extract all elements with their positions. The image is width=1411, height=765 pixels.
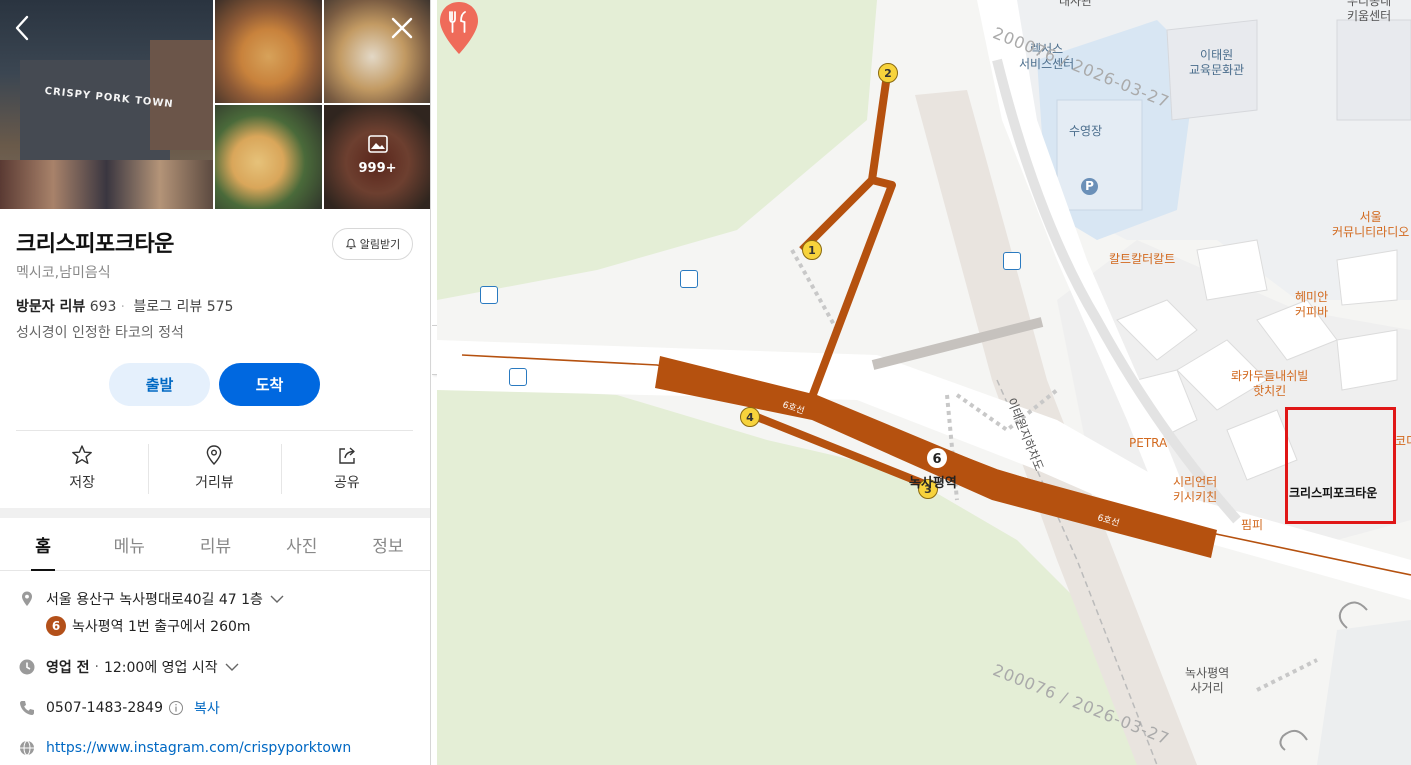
- share-label: 공유: [333, 475, 360, 491]
- exit-1-marker[interactable]: 1: [802, 240, 822, 260]
- place-panel: CRISPY PORK TOWN 999+ 크리스피포크타운 알림받기 멕시코,…: [0, 0, 431, 765]
- close-icon[interactable]: [388, 14, 416, 42]
- copy-button[interactable]: 복사: [194, 698, 220, 718]
- photo-count: 999+: [358, 161, 397, 176]
- poi-label[interactable]: 우리동네 키움센터: [1347, 0, 1391, 24]
- station-line-number: 6: [932, 452, 941, 467]
- streetview-button[interactable]: 거리뷰: [148, 438, 280, 498]
- phone-icon: [20, 701, 34, 715]
- tab-review[interactable]: 리뷰: [172, 518, 258, 570]
- share-button[interactable]: 공유: [280, 438, 413, 498]
- visitor-review-count: 693: [89, 299, 117, 315]
- selected-place-highlight: [1285, 407, 1396, 524]
- line6-badge: 6: [46, 616, 66, 636]
- visitor-review-label[interactable]: 방문자 리뷰: [16, 299, 85, 315]
- poi-label[interactable]: 롸카두들내쉬빌 핫치킨: [1231, 369, 1308, 399]
- address-text: 서울 용산구 녹사평대로40길 47 1층: [46, 592, 263, 608]
- poi-label[interactable]: 서울 커뮤니티라디오: [1332, 210, 1409, 240]
- place-title: 크리스피포크타운: [16, 232, 174, 257]
- hours-row[interactable]: 영업 전 · 12:00에 영업 시작: [18, 657, 240, 677]
- pin-label[interactable]: 크리스피포크타운: [1289, 484, 1377, 501]
- clock-icon: [19, 659, 35, 675]
- photo-gallery[interactable]: CRISPY PORK TOWN 999+: [0, 0, 430, 209]
- bus-stop-icon[interactable]: [509, 368, 527, 386]
- tab-bar: 홈 메뉴 리뷰 사진 정보: [0, 518, 430, 571]
- more-photos-tile[interactable]: 999+: [324, 105, 430, 209]
- alarm-button[interactable]: 알림받기: [332, 228, 413, 260]
- station-name[interactable]: 녹사평역: [909, 472, 957, 491]
- bell-icon: [345, 238, 356, 250]
- restaurant-pin-icon[interactable]: [437, 0, 481, 56]
- exit-4-marker[interactable]: 4: [740, 407, 760, 427]
- tab-home[interactable]: 홈: [0, 518, 86, 571]
- poi-label: 대사관: [1059, 0, 1093, 8]
- hours-status: 영업 전: [46, 660, 90, 676]
- chevron-down-icon[interactable]: [269, 593, 285, 605]
- address-row[interactable]: 서울 용산구 녹사평대로40길 47 1층: [18, 589, 285, 609]
- place-description: 성시경이 인정한 타코의 정석: [16, 325, 184, 341]
- bus-stop-icon[interactable]: [480, 286, 498, 304]
- arrive-button[interactable]: 도착: [219, 363, 320, 406]
- poi-label[interactable]: 시리언터 키시키친: [1173, 475, 1217, 505]
- alarm-label: 알림받기: [359, 238, 401, 251]
- poi-label[interactable]: 칼트칼터칼트: [1109, 252, 1175, 267]
- star-icon: [72, 445, 93, 464]
- subway-row: 6 녹사평역 1번 출구에서 260m: [46, 616, 251, 636]
- food-photo-1[interactable]: [215, 0, 322, 103]
- action-bar: 저장 거리뷰 공유: [16, 438, 413, 498]
- website-row: https://www.instagram.com/crispyporktown: [18, 739, 351, 757]
- poi-label[interactable]: 이태원 교육문화관: [1189, 48, 1244, 78]
- back-arrow-icon[interactable]: [10, 14, 34, 42]
- blog-review-label[interactable]: 블로그 리뷰: [133, 299, 202, 315]
- poi-label[interactable]: PETRA: [1129, 436, 1167, 451]
- poi-label[interactable]: 핌피: [1241, 518, 1263, 533]
- parking-icon[interactable]: P: [1081, 178, 1098, 195]
- map-pin-icon: [22, 591, 32, 606]
- poi-label: 녹사평역 사거리: [1185, 666, 1230, 695]
- location-pin-icon: [207, 445, 222, 466]
- food-photo-3[interactable]: [215, 105, 322, 209]
- phone-row: 0507-1483-2849 복사: [18, 698, 220, 718]
- blog-review-count: 575: [206, 299, 234, 315]
- share-icon: [339, 447, 355, 464]
- save-button[interactable]: 저장: [16, 438, 148, 498]
- depart-button[interactable]: 출발: [109, 363, 210, 406]
- chevron-down-icon[interactable]: [224, 661, 240, 673]
- tab-menu[interactable]: 메뉴: [86, 518, 172, 570]
- website-link[interactable]: https://www.instagram.com/crispyporktown: [46, 740, 351, 756]
- tab-photo[interactable]: 사진: [259, 518, 345, 570]
- poi-label[interactable]: 수영장: [1069, 124, 1102, 139]
- subway-text: 녹사평역 1번 출구에서 260m: [72, 619, 251, 635]
- exit-2-marker[interactable]: 2: [878, 63, 898, 83]
- poi-label[interactable]: 헤미안 커피바: [1295, 290, 1328, 320]
- streetview-label: 거리뷰: [195, 475, 234, 491]
- hours-text: 12:00에 영업 시작: [103, 660, 218, 676]
- globe-icon: [20, 740, 34, 756]
- divider: [16, 430, 413, 431]
- bus-stop-icon[interactable]: [680, 270, 698, 288]
- phone-number[interactable]: 0507-1483-2849: [46, 700, 163, 716]
- tab-info[interactable]: 정보: [345, 518, 430, 570]
- bus-stop-icon[interactable]: [1003, 252, 1021, 270]
- place-category: 멕시코,남미음식: [16, 265, 111, 281]
- review-summary: 방문자 리뷰 693 · 블로그 리뷰 575: [16, 299, 234, 315]
- image-icon: [368, 135, 388, 153]
- poi-label[interactable]: 코디: [1395, 434, 1411, 449]
- save-label: 저장: [69, 475, 96, 491]
- map-canvas[interactable]: 6 6호선 6호선 이태원지하차도 1 2 3 4 녹사평역 대사관 렉서스 서…: [437, 0, 1411, 765]
- info-icon[interactable]: [168, 700, 184, 716]
